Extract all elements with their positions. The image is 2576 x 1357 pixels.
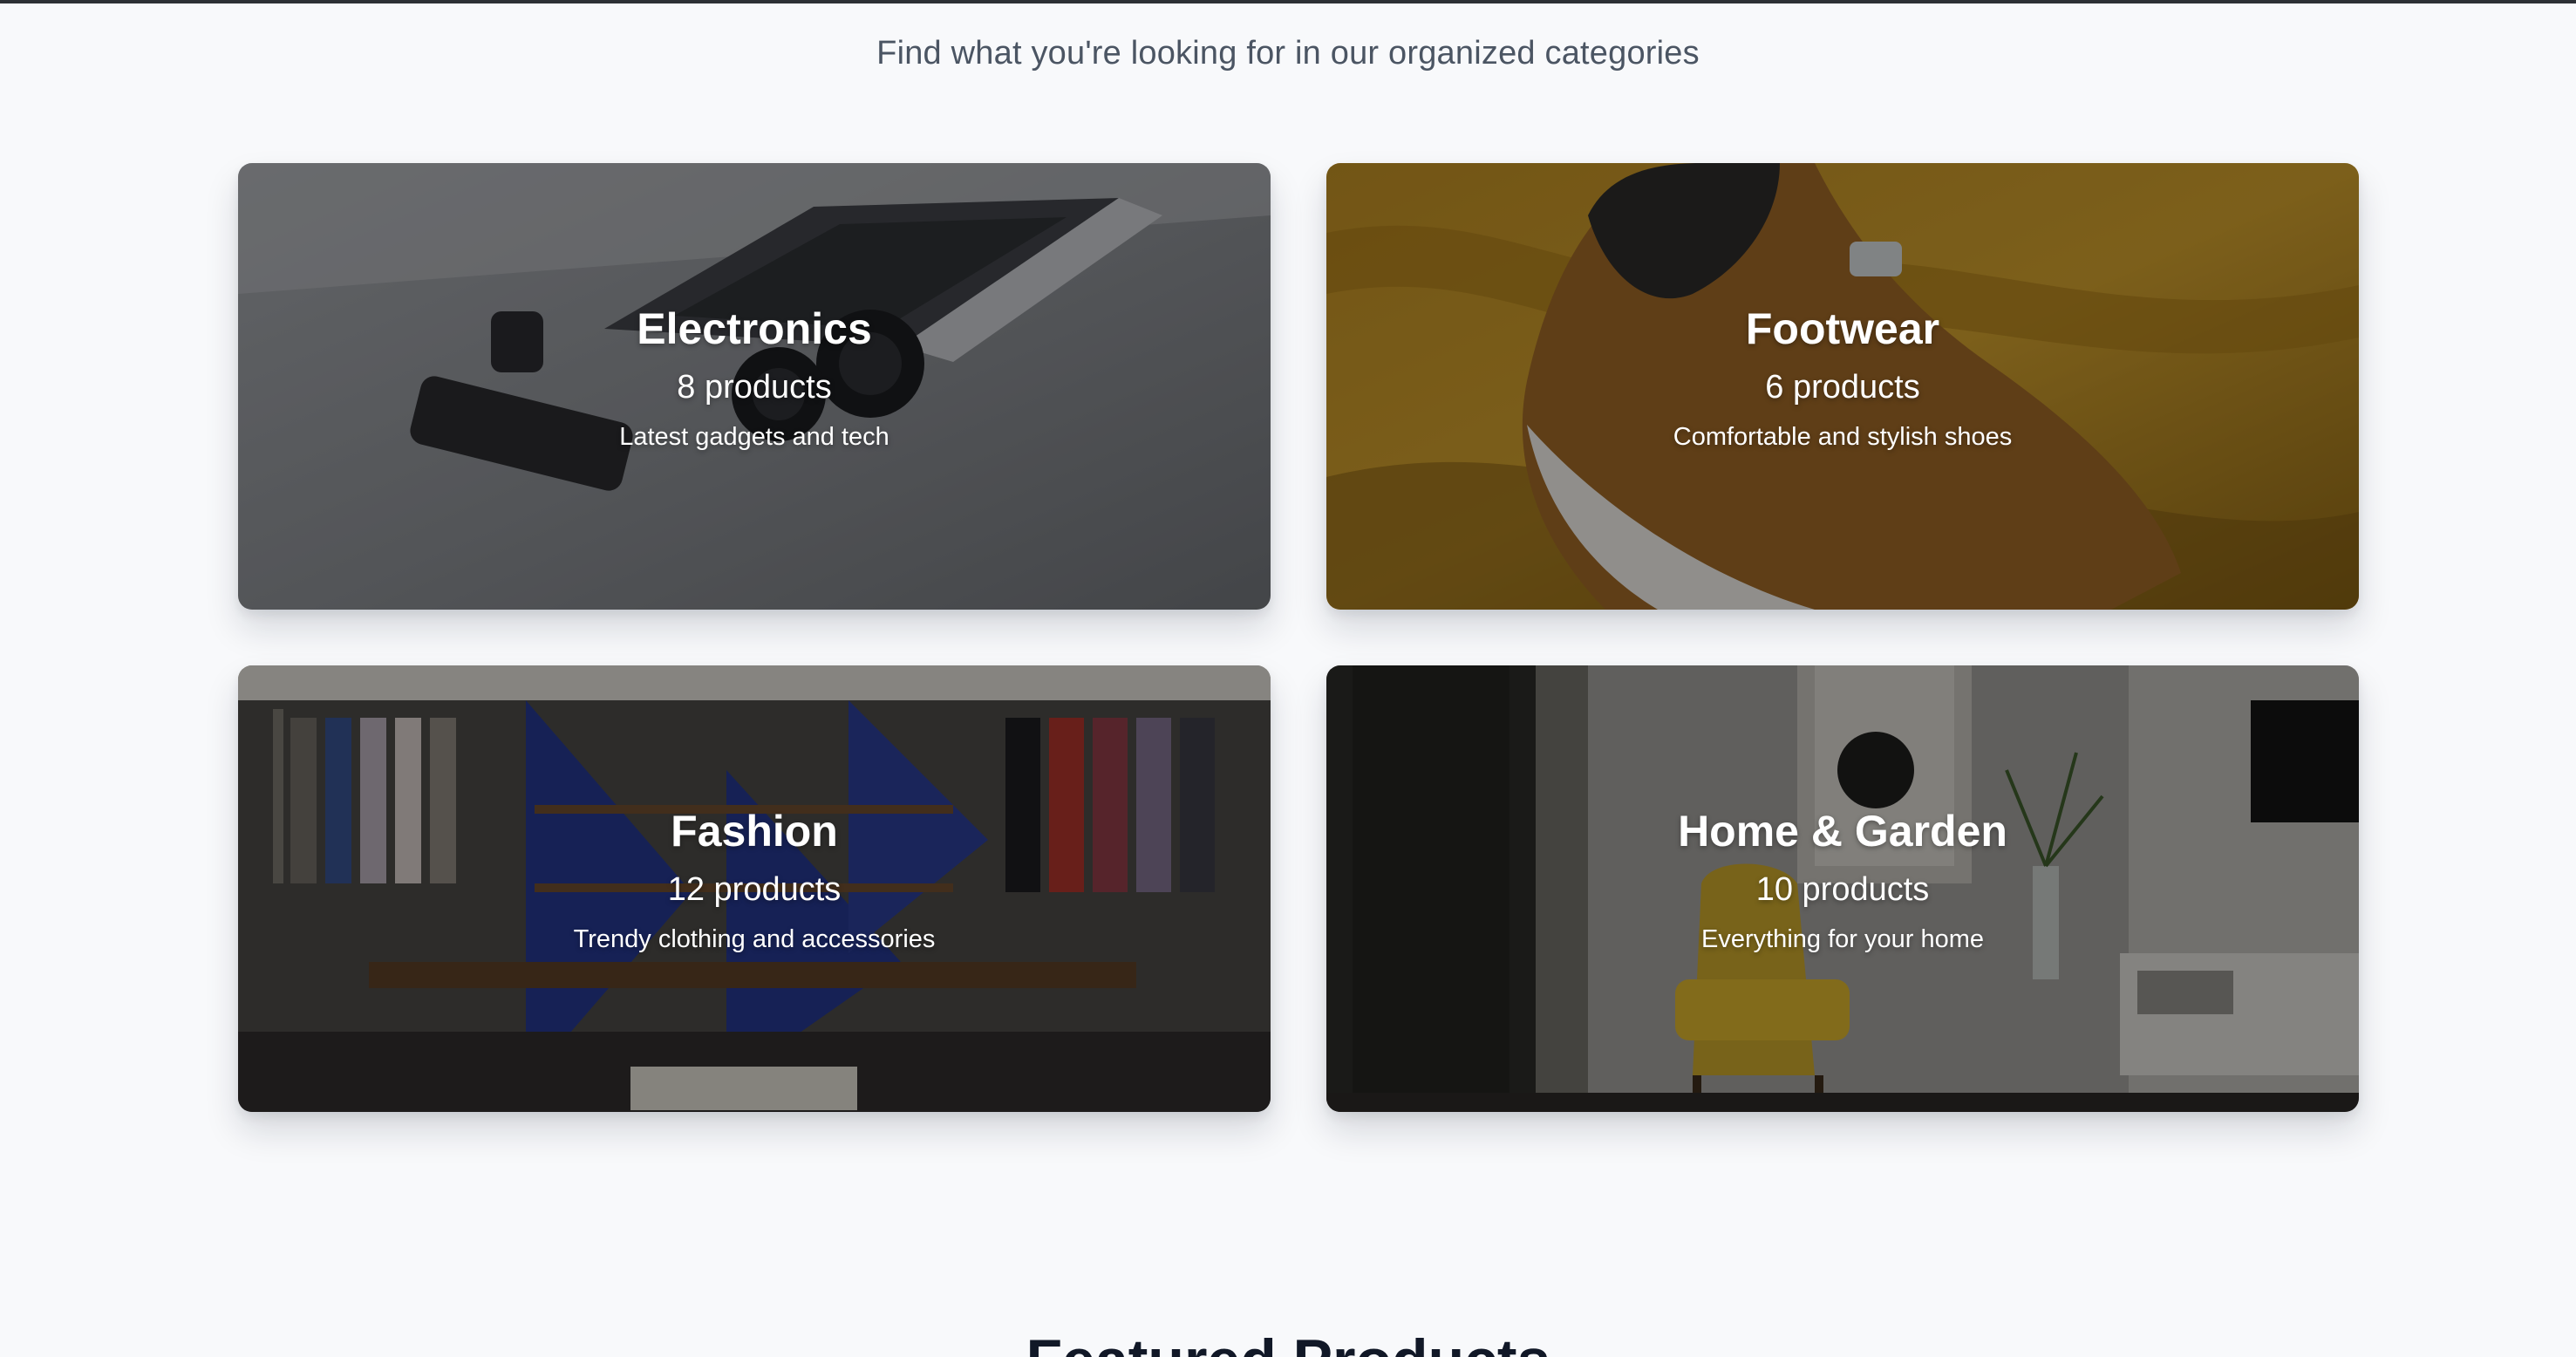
category-card-electronics[interactable]: Electronics 8 products Latest gadgets an… [238,163,1271,610]
category-card-footwear[interactable]: Footwear 6 products Comfortable and styl… [1326,163,2359,610]
category-description: Everything for your home [1701,925,1984,953]
category-count: 12 products [667,871,842,908]
category-title: Fashion [671,807,838,856]
card-content: Electronics 8 products Latest gadgets an… [238,303,1271,453]
category-count: 8 products [677,369,832,406]
page: Find what you're looking for in our orga… [0,0,2576,1357]
category-description: Latest gadgets and tech [619,423,889,451]
card-content: Footwear 6 products Comfortable and styl… [1326,303,2359,453]
featured-products-heading: Featured Products [0,1326,2576,1357]
category-title: Footwear [1745,304,1940,353]
card-content: Fashion 12 products Trendy clothing and … [238,805,1271,955]
category-card-home-garden[interactable]: Home & Garden 10 products Everything for… [1326,665,2359,1112]
category-description: Comfortable and stylish shoes [1673,423,2013,451]
section-subtitle: Find what you're looking for in our orga… [876,35,1700,72]
category-title: Home & Garden [1678,807,2007,856]
card-content: Home & Garden 10 products Everything for… [1326,805,2359,955]
category-description: Trendy clothing and accessories [573,925,936,953]
header-divider [0,0,2576,3]
category-grid: Electronics 8 products Latest gadgets an… [238,163,2359,1112]
category-card-fashion[interactable]: Fashion 12 products Trendy clothing and … [238,665,1271,1112]
category-count: 6 products [1765,369,1920,406]
category-title: Electronics [637,304,872,353]
category-count: 10 products [1755,871,1930,908]
